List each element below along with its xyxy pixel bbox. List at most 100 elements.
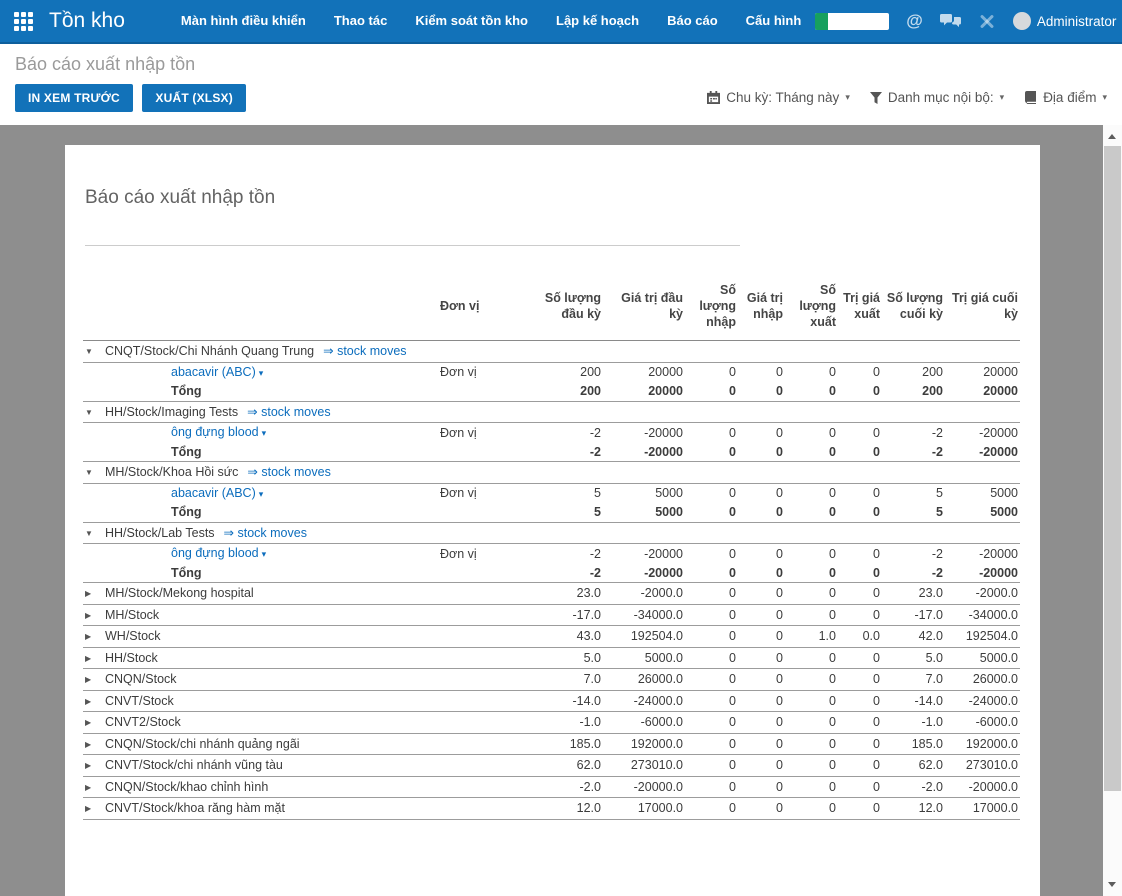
product-link[interactable]: abacavir (ABC)▾ [171, 365, 263, 379]
collapse-caret-icon[interactable]: ▼ [85, 468, 93, 477]
location-row[interactable]: ▶CNVT2/Stock-1.0-6000.00000-1.0-6000.0 [83, 712, 1020, 734]
cell-value: -2.0 [523, 776, 603, 798]
location-row[interactable]: ▶WH/Stock43.0192504.0001.00.042.0192504.… [83, 626, 1020, 648]
menu-item-reports[interactable]: Báo cáo [653, 0, 732, 42]
chevron-down-icon: ▾ [845, 92, 850, 103]
cell-value: 5.0 [523, 647, 603, 669]
cell-value: 0 [685, 604, 738, 626]
product-link[interactable]: ông đựng blood▾ [171, 425, 266, 439]
cell-value: 0 [685, 626, 738, 648]
cell-value: 0 [785, 483, 838, 503]
cell-value: 192504.0 [945, 626, 1020, 648]
menu-item-dashboard[interactable]: Màn hình điều khiển [167, 0, 320, 42]
menu-item-planning[interactable]: Lập kế hoạch [542, 0, 653, 42]
expand-caret-icon[interactable]: ▶ [85, 611, 91, 620]
scroll-down-arrow-icon[interactable] [1108, 882, 1116, 887]
cell-value: 5.0 [882, 647, 945, 669]
category-filter[interactable]: Danh mục nội bộ: ▾ [870, 90, 1004, 105]
cell-value: -6000.0 [603, 712, 685, 734]
cell-value: -20000.0 [945, 776, 1020, 798]
dropdown-caret-icon: ▾ [259, 368, 264, 378]
group-header-row[interactable]: ▼HH/Stock/Imaging Tests⇒ stock moves [83, 401, 1020, 423]
tools-icon[interactable] [978, 13, 996, 30]
location-row[interactable]: ▶CNVT/Stock/khoa răng hàm mặt12.017000.0… [83, 798, 1020, 820]
cell-value: 0 [838, 564, 882, 583]
cell-value: 0 [838, 755, 882, 777]
cell-value: 0 [785, 362, 838, 382]
cell-value: 0 [785, 733, 838, 755]
collapse-caret-icon[interactable]: ▼ [85, 529, 93, 538]
cell-value: 0 [738, 382, 785, 401]
location-row[interactable]: ▶MH/Stock-17.0-34000.00000-17.0-34000.0 [83, 604, 1020, 626]
app-title[interactable]: Tồn kho [49, 9, 125, 33]
apps-grid-icon[interactable] [14, 12, 33, 31]
chat-icon[interactable] [940, 14, 961, 29]
cell-value: -17.0 [523, 604, 603, 626]
expand-caret-icon[interactable]: ▶ [85, 804, 91, 813]
cell-value: 5000.0 [945, 647, 1020, 669]
control-bar: IN XEM TRƯỚC XUẤT (XLSX) Chu kỳ: Tháng n… [0, 84, 1122, 125]
group-header-row[interactable]: ▼MH/Stock/Khoa Hồi sức⇒ stock moves [83, 462, 1020, 484]
expand-caret-icon[interactable]: ▶ [85, 632, 91, 641]
group-total-row: Tổng-2-200000000-2-20000 [83, 443, 1020, 462]
column-header: Số lượng nhập [685, 272, 738, 341]
cell-value: 26000.0 [945, 669, 1020, 691]
user-menu[interactable]: Administrator ▾ [1013, 12, 1122, 30]
cell-value: 0 [838, 669, 882, 691]
location-row[interactable]: ▶CNQN/Stock/khao chỉnh hình-2.0-20000.00… [83, 776, 1020, 798]
period-filter[interactable]: Chu kỳ: Tháng này ▾ [707, 90, 850, 105]
expand-caret-icon[interactable]: ▶ [85, 761, 91, 770]
stock-moves-link[interactable]: ⇒ stock moves [247, 465, 330, 479]
print-preview-button[interactable]: IN XEM TRƯỚC [15, 84, 133, 112]
group-header-row[interactable]: ▼HH/Stock/Lab Tests⇒ stock moves [83, 522, 1020, 544]
cell-value: 0 [838, 798, 882, 820]
stock-moves-link[interactable]: ⇒ stock moves [323, 344, 406, 358]
location-row[interactable]: ▶HH/Stock5.05000.000005.05000.0 [83, 647, 1020, 669]
cell-value: 0 [838, 483, 882, 503]
mentions-icon[interactable]: @ [906, 11, 923, 31]
vertical-scrollbar[interactable] [1103, 125, 1122, 896]
cell-value: 0 [738, 733, 785, 755]
stock-moves-link[interactable]: ⇒ stock moves [247, 405, 330, 419]
expand-caret-icon[interactable]: ▶ [85, 697, 91, 706]
expand-caret-icon[interactable]: ▶ [85, 718, 91, 727]
collapse-caret-icon[interactable]: ▼ [85, 347, 93, 356]
menu-item-configuration[interactable]: Cấu hình [732, 0, 816, 42]
group-header-row[interactable]: ▼CNQT/Stock/Chi Nhánh Quang Trung⇒ stock… [83, 341, 1020, 363]
location-row[interactable]: ▶CNVT/Stock-14.0-24000.00000-14.0-24000.… [83, 690, 1020, 712]
collapse-caret-icon[interactable]: ▼ [85, 408, 93, 417]
cell-value: 0 [738, 626, 785, 648]
location-row[interactable]: ▶CNQN/Stock7.026000.000007.026000.0 [83, 669, 1020, 691]
export-xlsx-button[interactable]: XUẤT (XLSX) [142, 84, 246, 112]
expand-caret-icon[interactable]: ▶ [85, 675, 91, 684]
cell-value: 26000.0 [603, 669, 685, 691]
cell-value: -20000 [603, 423, 685, 443]
menu-item-inventory-control[interactable]: Kiểm soát tồn kho [401, 0, 542, 42]
scrollbar-thumb[interactable] [1104, 146, 1121, 791]
cell-value: 20000 [603, 382, 685, 401]
cell-value: 7.0 [882, 669, 945, 691]
scroll-up-arrow-icon[interactable] [1108, 134, 1116, 139]
cell-value: 0 [738, 647, 785, 669]
cell-value: 192000.0 [603, 733, 685, 755]
menu-item-operations[interactable]: Thao tác [320, 0, 401, 42]
cell-value: -2 [523, 564, 603, 583]
product-link[interactable]: abacavir (ABC)▾ [171, 486, 263, 500]
group-total-row: Tổng55000000055000 [83, 503, 1020, 522]
cell-value: 20000 [945, 382, 1020, 401]
table-header-row: Đơn vịSố lượng đầu kỳGiá trị đầu kỳSố lư… [83, 272, 1020, 341]
expand-caret-icon[interactable]: ▶ [85, 783, 91, 792]
stock-moves-link[interactable]: ⇒ stock moves [224, 526, 307, 540]
product-link[interactable]: ông đựng blood▾ [171, 546, 266, 560]
location-filter[interactable]: Địa điểm ▾ [1024, 90, 1107, 105]
location-row[interactable]: ▶CNVT/Stock/chi nhánh vũng tàu62.0273010… [83, 755, 1020, 777]
expand-caret-icon[interactable]: ▶ [85, 740, 91, 749]
cell-value: 0 [738, 798, 785, 820]
cell-value: 0 [685, 733, 738, 755]
timer-widget[interactable] [815, 13, 889, 30]
expand-caret-icon[interactable]: ▶ [85, 654, 91, 663]
location-row[interactable]: ▶MH/Stock/Mekong hospital23.0-2000.00000… [83, 583, 1020, 605]
cell-value: 0 [738, 583, 785, 605]
location-row[interactable]: ▶CNQN/Stock/chi nhánh quảng ngãi185.0192… [83, 733, 1020, 755]
expand-caret-icon[interactable]: ▶ [85, 589, 91, 598]
